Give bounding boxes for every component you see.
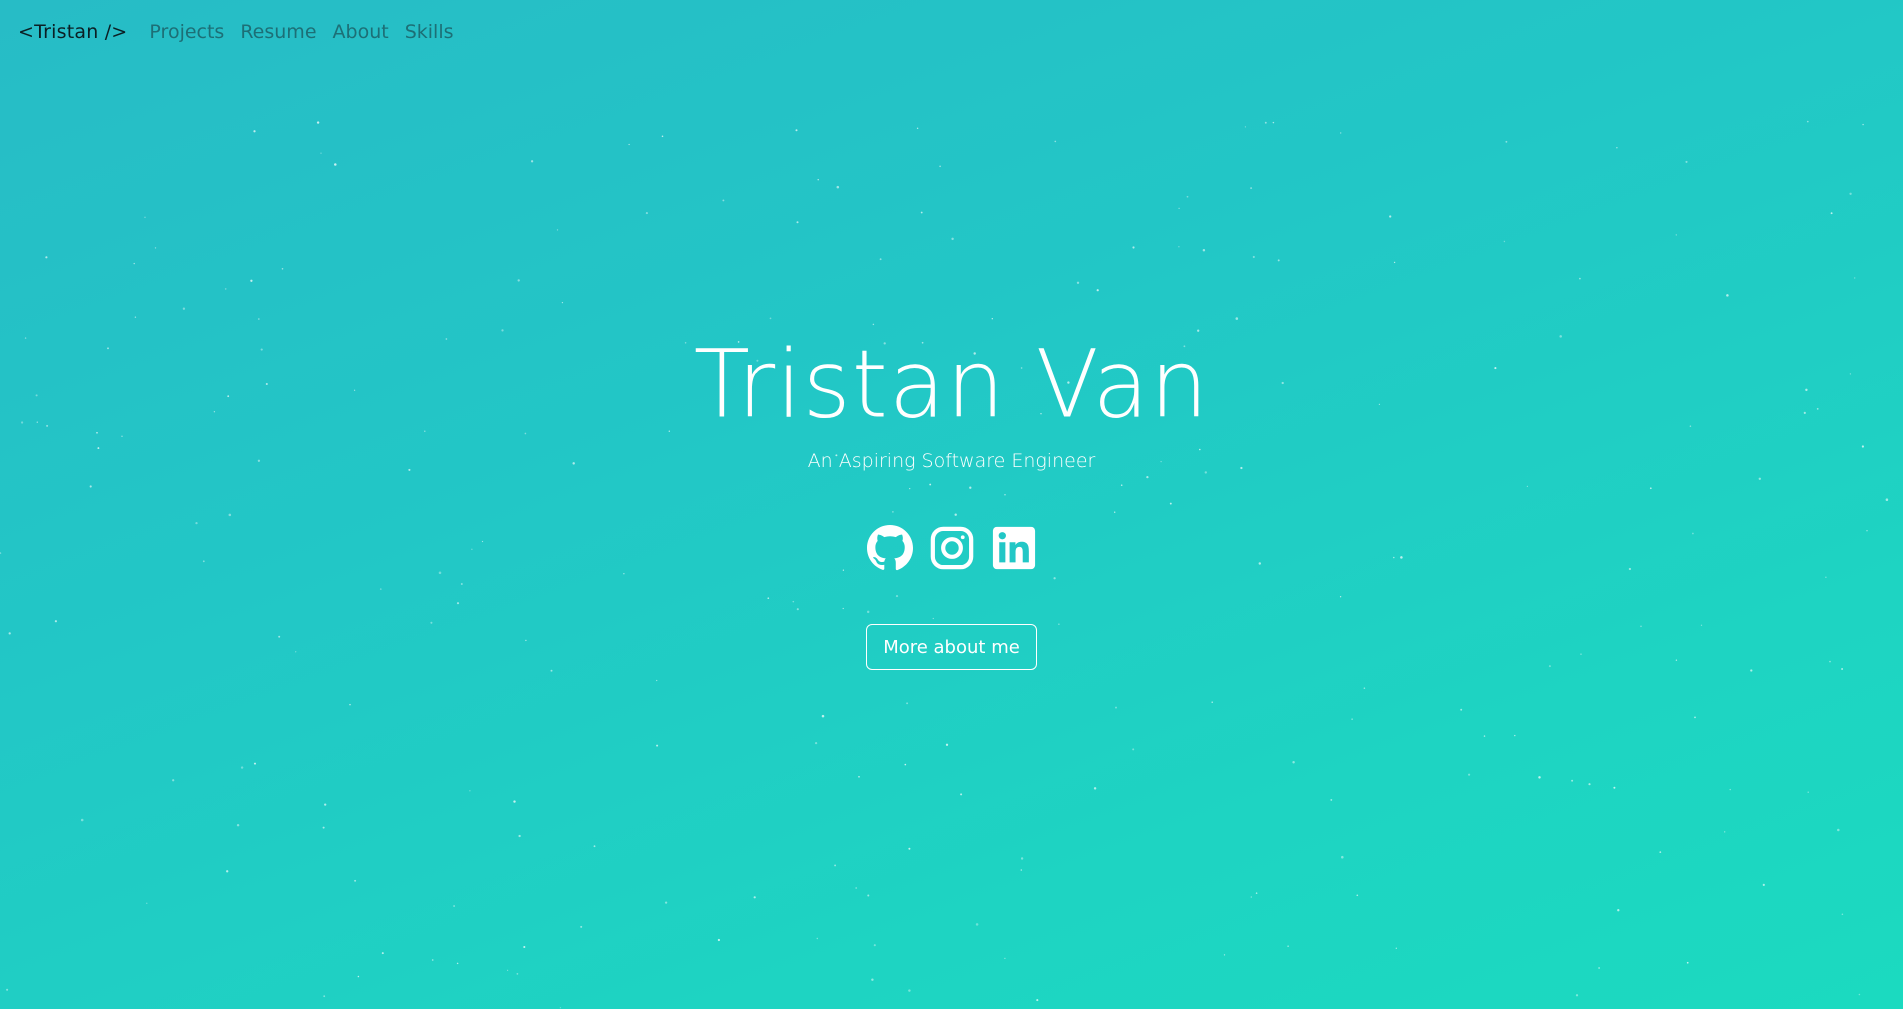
more-about-me-button[interactable]: More about me	[866, 624, 1037, 670]
social-links	[866, 524, 1038, 572]
github-icon	[866, 525, 913, 571]
hero-name: Tristan Van	[693, 329, 1210, 440]
linkedin-icon	[992, 526, 1035, 570]
instagram-link[interactable]	[928, 524, 976, 572]
instagram-icon	[930, 526, 973, 570]
linkedin-link[interactable]	[990, 524, 1038, 572]
github-link[interactable]	[866, 524, 914, 572]
hero-section: Tristan Van An Aspiring Software Enginee…	[0, 0, 1903, 1009]
hero-subtitle: An Aspiring Software Engineer	[807, 450, 1096, 472]
